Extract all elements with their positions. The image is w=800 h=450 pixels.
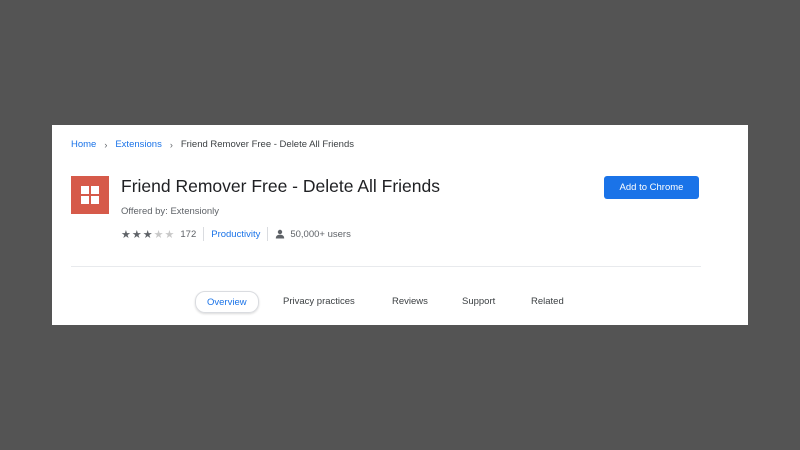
meta-divider [203, 227, 205, 241]
tab-support[interactable]: Support [462, 291, 495, 311]
breadcrumb: Home › Extensions › Friend Remover Free … [71, 139, 354, 150]
extension-logo-grid-icon [71, 176, 109, 214]
rating-stars: ★★★★★ [121, 228, 175, 241]
breadcrumb-separator-icon: › [169, 139, 173, 150]
extension-meta: ★★★★★ 172 Productivity 50,000+ users [121, 227, 351, 241]
star-empty-icon: ★ [153, 228, 164, 241]
add-to-chrome-button[interactable]: Add to Chrome [604, 176, 699, 199]
users-count: 50,000+ users [290, 228, 351, 240]
category-link[interactable]: Productivity [211, 229, 260, 240]
users-icon [275, 229, 285, 239]
tab-overview[interactable]: Overview [195, 291, 259, 313]
rating-count[interactable]: 172 [180, 229, 196, 240]
star-filled-icon: ★ [142, 228, 153, 241]
star-empty-icon: ★ [164, 228, 175, 241]
breadcrumb-separator-icon: › [104, 139, 108, 150]
offered-by: Offered by: Extensionly [121, 206, 220, 217]
star-filled-icon: ★ [121, 228, 131, 241]
breadcrumb-current: Friend Remover Free - Delete All Friends [180, 139, 354, 150]
breadcrumb-extensions-link[interactable]: Extensions [115, 139, 161, 150]
extension-detail-card: Home › Extensions › Friend Remover Free … [52, 125, 748, 325]
section-divider [71, 266, 701, 267]
extension-title: Friend Remover Free - Delete All Friends [121, 176, 440, 196]
meta-divider [267, 227, 269, 241]
tab-reviews[interactable]: Reviews [392, 291, 428, 311]
tab-related[interactable]: Related [531, 291, 564, 311]
tab-privacy-practices[interactable]: Privacy practices [283, 291, 355, 311]
breadcrumb-home-link[interactable]: Home [71, 139, 96, 150]
star-filled-icon: ★ [131, 228, 142, 241]
